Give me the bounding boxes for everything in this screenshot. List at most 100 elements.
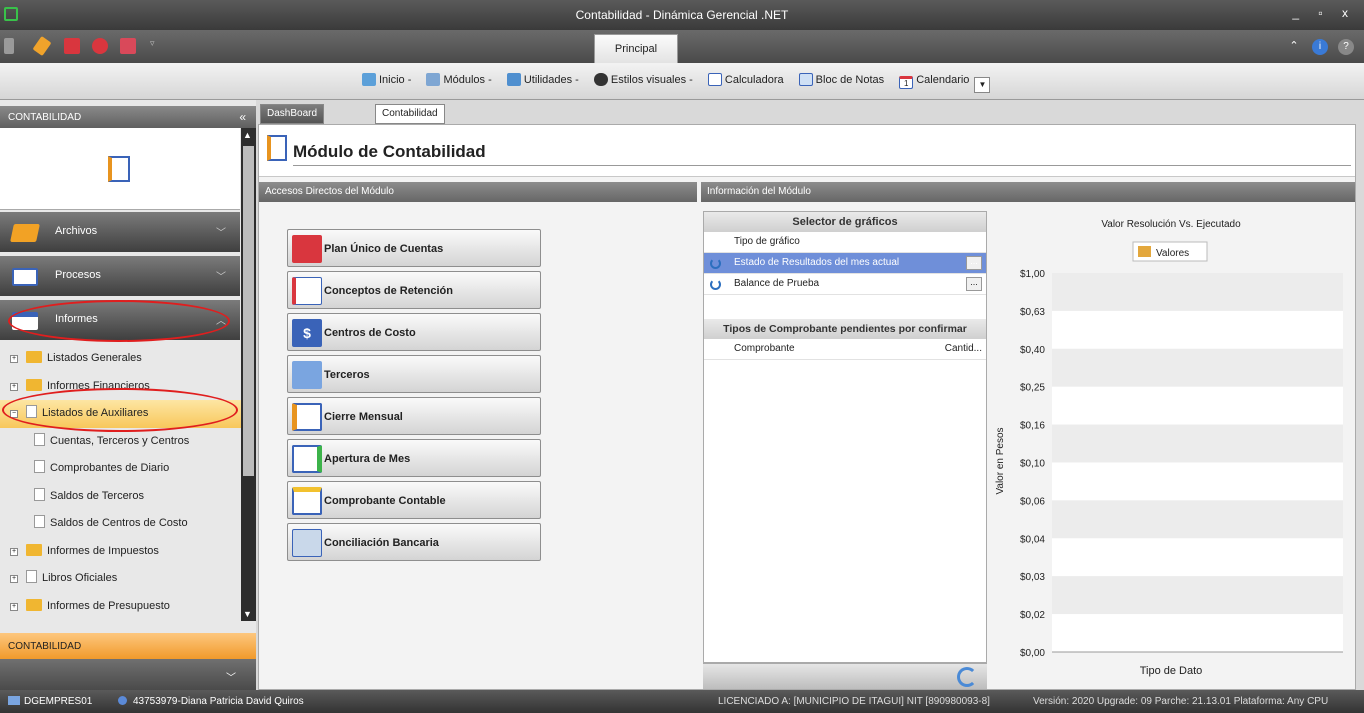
home-icon (362, 73, 376, 86)
toolbar-estilos[interactable]: Estilos visuales - (593, 73, 693, 86)
sidebar-header: CONTABILIDAD « (0, 106, 256, 128)
sidebar-footer-module[interactable]: CONTABILIDAD (0, 633, 256, 659)
tree-item-label: Listados Generales (47, 352, 142, 364)
y-tick-label: $0,40 (1020, 345, 1045, 356)
shortcut-cierre-mensual[interactable]: Cierre Mensual (287, 397, 541, 435)
window-controls[interactable]: _ ▫ x (1292, 6, 1356, 20)
shortcut-plan-unico-cuentas[interactable]: Plan Único de Cuentas (287, 229, 541, 267)
info-icon[interactable]: i (1312, 39, 1328, 55)
chart-selector-panel: Selector de gráficos Tipo de gráfico Est… (703, 211, 987, 663)
toolbar-utilidades[interactable]: Utilidades - (506, 73, 579, 86)
calendar-icon: 1 (899, 76, 914, 89)
folder-icon (26, 598, 42, 611)
collapse-ribbon-icon[interactable]: ⌃ (1286, 38, 1302, 54)
window-title: Contabilidad - Dinámica Gerencial .NET (575, 8, 789, 22)
toolbar-bloc-notas[interactable]: Bloc de Notas (798, 73, 884, 86)
ellipsis-button[interactable]: ... (966, 256, 982, 270)
window-title-bar: Contabilidad - Dinámica Gerencial .NET _… (0, 0, 1364, 30)
scroll-up-icon[interactable]: ▲ (243, 130, 252, 140)
tree-item-label: Comprobantes de Diario (50, 462, 170, 474)
folder-icon (10, 224, 40, 242)
refresh-icon[interactable] (957, 667, 977, 687)
tree-item-listados-generales[interactable]: + Listados Generales (0, 345, 241, 373)
chevron-down-icon[interactable]: ﹀ (226, 669, 236, 684)
toolbar-calendario[interactable]: 1 Calendario (899, 74, 969, 89)
expand-icon[interactable]: + (10, 575, 18, 583)
tree-item-label: Informes de Impuestos (47, 544, 159, 557)
sidebar-scrollbar[interactable]: ▲ ▼ (241, 128, 256, 621)
shortcut-label: Comprobante Contable (324, 495, 446, 507)
key-icon[interactable] (32, 36, 52, 56)
monthly-close-icon (292, 403, 322, 431)
pending-column-header: Comprobante Cantid... (704, 339, 986, 360)
toolbar-inicio[interactable]: Inicio - (362, 73, 411, 86)
accounting-book-icon (108, 156, 130, 182)
tree-item-libros-oficiales[interactable]: + Libros Oficiales (0, 565, 241, 593)
expand-icon[interactable]: + (10, 355, 18, 363)
scroll-down-icon[interactable]: ▼ (243, 609, 252, 619)
tab-principal[interactable]: Principal (594, 34, 678, 63)
ellipsis-button[interactable]: ... (966, 277, 982, 291)
folder-icon (26, 351, 42, 363)
tree-item-informes-impuestos[interactable]: + Informes de Impuestos (0, 538, 241, 566)
legend-label: Valores (1156, 248, 1189, 259)
selector-row-estado-resultados[interactable]: Estado de Resultados del mes actual... (704, 253, 986, 274)
refresh-icon (710, 279, 721, 290)
accounting-book-icon (267, 135, 287, 161)
status-license: LICENCIADO A: [MUNICIPIO DE ITAGUI] NIT … (718, 696, 990, 707)
menu-icon[interactable] (4, 38, 14, 54)
y-tick-label: $1,00 (1020, 269, 1045, 280)
toolbar-more-dropdown[interactable]: ▼ (974, 77, 991, 93)
tree-item-informes-presupuesto[interactable]: + Informes de Presupuesto (0, 593, 241, 621)
collapse-sidebar-button[interactable]: « (239, 110, 246, 124)
power-icon[interactable] (92, 38, 108, 54)
status-company: DGEMPRES01 (8, 696, 92, 707)
shortcut-terceros[interactable]: Terceros (287, 355, 541, 393)
save-icon[interactable] (64, 38, 80, 54)
toolbar-calculadora[interactable]: Calculadora (707, 73, 784, 86)
tree-item-saldos-centros-costo[interactable]: Saldos de Centros de Costo (0, 510, 241, 538)
sidebar-title: CONTABILIDAD (8, 112, 82, 123)
x-axis-title: Tipo de Dato (1140, 665, 1203, 677)
toolbar-modulos[interactable]: Módulos - (426, 73, 492, 86)
tree-item-label: Saldos de Centros de Costo (50, 517, 188, 529)
bank-reconciliation-icon (292, 529, 322, 557)
expand-icon[interactable]: + (10, 602, 18, 611)
tab-dashboard-principal[interactable]: DashBoard Principal (260, 104, 325, 137)
page-title: Módulo de Contabilidad (293, 142, 486, 161)
shortcut-conceptos-retencion[interactable]: Conceptos de Retención (287, 271, 541, 309)
section-archivos[interactable]: Archivos ﹀ (0, 212, 240, 252)
shortcut-centros-costo[interactable]: $ Centros de Costo (287, 313, 541, 351)
module-large-icon-area (0, 128, 240, 210)
y-tick-label: $0,16 (1020, 421, 1045, 432)
shortcut-label: Conceptos de Retención (324, 285, 453, 297)
expand-icon[interactable]: + (10, 382, 18, 391)
info-header: Información del Módulo (701, 182, 1355, 202)
selector-title: Selector de gráficos (704, 212, 986, 232)
module-content: Módulo de Contabilidad Accesos Directos … (258, 124, 1356, 690)
tree-item-label: Libros Oficiales (42, 572, 118, 584)
scrollbar-thumb[interactable] (243, 146, 254, 476)
shortcut-apertura-mes[interactable]: Apertura de Mes (287, 439, 541, 477)
selector-row-balance-prueba[interactable]: Balance de Prueba... (704, 274, 986, 295)
y-axis-title: Valor en Pesos (995, 427, 1006, 494)
report-tree: + Listados Generales + Informes Financiero… (0, 345, 241, 620)
help-icon[interactable]: ? (1338, 39, 1354, 55)
expand-icon[interactable]: + (10, 547, 18, 556)
shortcut-comprobante-contable[interactable]: Comprobante Contable (287, 481, 541, 519)
shortcut-conciliacion-bancaria[interactable]: Conciliación Bancaria (287, 523, 541, 561)
users-icon[interactable] (120, 38, 136, 54)
help-area: ⌃ i? (1276, 38, 1354, 55)
tree-item-saldos-terceros[interactable]: Saldos de Terceros (0, 483, 241, 511)
tab-contabilidad[interactable]: Contabilidad (375, 104, 445, 124)
document-icon (26, 570, 37, 583)
selector-bottom-bar (703, 663, 987, 689)
cost-center-icon: $ (292, 319, 322, 347)
y-tick-label: $0,02 (1020, 610, 1045, 621)
section-procesos[interactable]: Procesos ﹀ (0, 256, 240, 296)
tree-item-comprobantes-diario[interactable]: Comprobantes de Diario (0, 455, 241, 483)
tree-item-label: Cuentas, Terceros y Centros (50, 434, 190, 447)
annotation-ellipse-listados-auxiliares (2, 388, 238, 432)
customize-icon[interactable]: ▿ (150, 38, 158, 54)
section-label: Procesos (55, 269, 101, 281)
